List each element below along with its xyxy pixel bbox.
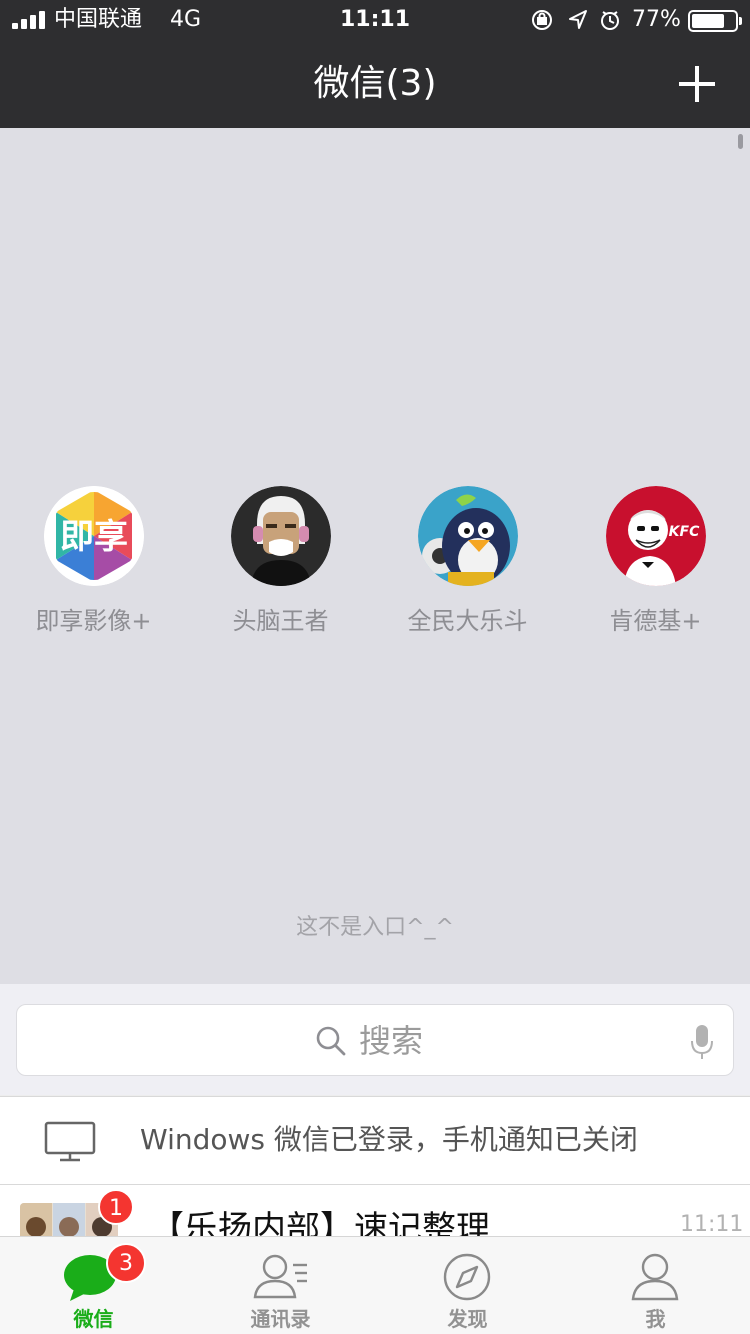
mini-program-label: 即享影像+ [35,607,152,635]
mini-program-jixiang[interactable]: 即享 即享影像+ [0,486,187,636]
tab-unread-badge: 3 [106,1243,146,1283]
dalledou-app-icon [417,486,518,586]
contacts-icon [253,1254,307,1299]
battery-level-fill [692,14,724,28]
search-placeholder: 搜索 [359,1022,424,1060]
mini-program-dalledou[interactable]: 全民大乐斗 [374,486,561,636]
tab-label: 发现 [447,1307,488,1331]
tab-label: 微信 [73,1307,114,1331]
status-bar: 中国联通 4G 11:11 77% [0,0,750,40]
scrollbar[interactable] [738,134,743,149]
monitor-icon [44,1121,96,1162]
tab-discover[interactable]: 发现 [374,1237,561,1334]
alarm-icon [601,11,619,30]
person-icon [631,1253,679,1301]
svg-text:即享: 即享 [60,517,128,557]
chat-list-item[interactable]: 1 【乐扬内部】速记整理 11:11 [0,1184,750,1236]
notice-text: Windows 微信已登录，手机通知已关闭 [140,1123,638,1156]
kfc-app-icon: KFC [605,486,706,586]
jixiang-app-icon: 即享 [43,486,144,586]
desktop-login-notice[interactable]: Windows 微信已登录，手机通知已关闭 [0,1096,750,1184]
microphone-icon[interactable] [689,1023,715,1061]
chat-title: 【乐扬内部】速记整理 [150,1209,490,1236]
pull-down-hint: 这不是入口^_^ [296,915,454,940]
mini-program-kfc[interactable]: KFC 肯德基+ [562,486,749,636]
mini-program-label: 肯德基+ [609,607,702,635]
tab-label: 通讯录 [250,1307,311,1331]
search-icon [316,1026,346,1056]
status-icons [530,8,630,32]
mini-program-tounao[interactable]: 头脑王者 [187,486,374,636]
mini-program-panel: 即享 即享影像+ 头脑王者 全民大乐斗 KFC 肯德基+ 这不是入口^_^ [0,128,750,984]
chat-time: 11:11 [680,1212,744,1236]
svg-text:KFC: KFC [668,524,699,540]
tab-me[interactable]: 我 [562,1237,749,1334]
search-section: 搜索 [0,984,750,1095]
location-icon [569,10,587,29]
battery-icon [688,10,742,32]
page-title: 微信(3) [313,63,437,104]
search-input[interactable]: 搜索 [16,1004,734,1076]
tab-chats[interactable]: 3 微信 [0,1237,187,1334]
tab-label: 我 [645,1307,666,1331]
tab-bar: 3 微信 通讯录 发现 我 [0,1236,750,1334]
orientation-lock-icon [532,10,552,30]
tab-contacts[interactable]: 通讯录 [187,1237,374,1334]
mini-program-label: 头脑王者 [232,607,329,635]
plus-icon [679,66,715,102]
tounao-app-icon [230,486,331,586]
unread-badge: 1 [98,1189,134,1225]
add-button[interactable] [672,62,722,106]
mini-program-label: 全民大乐斗 [407,607,528,635]
navigation-bar: 微信(3) [0,40,750,128]
compass-icon [443,1253,491,1301]
battery-percentage: 77% [632,7,681,32]
